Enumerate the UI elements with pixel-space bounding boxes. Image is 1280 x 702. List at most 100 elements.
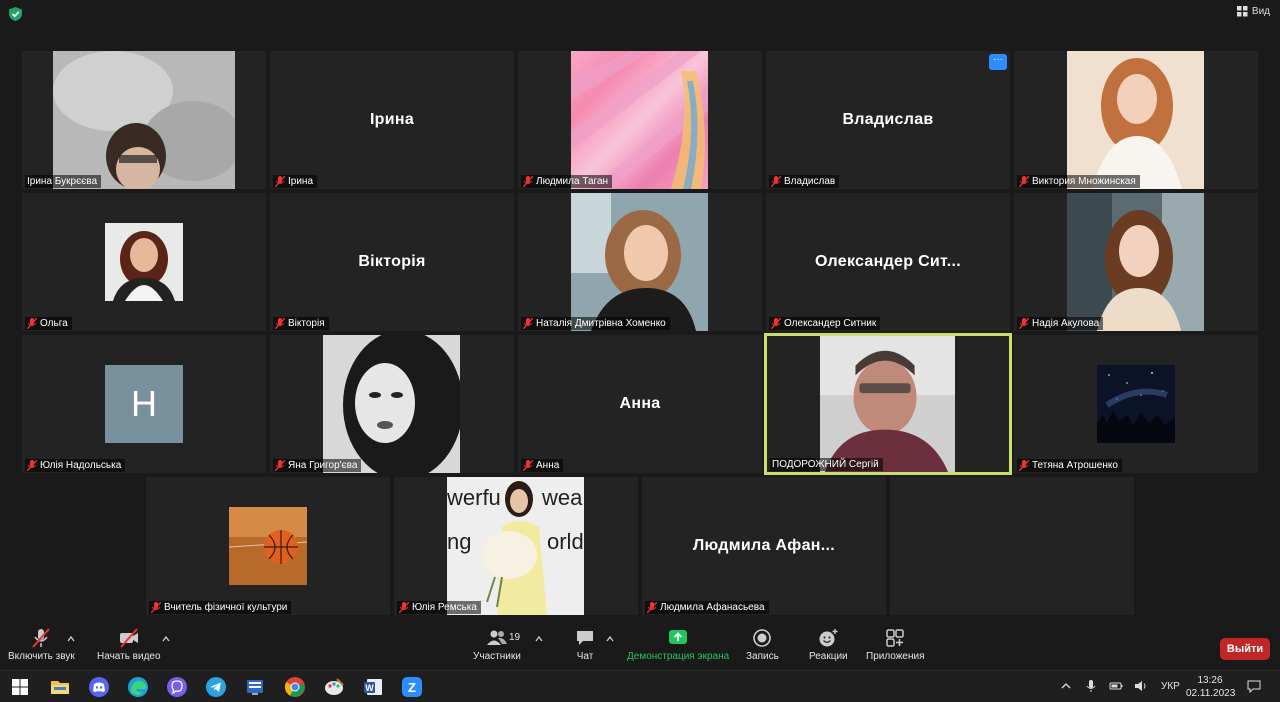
share-screen-button[interactable]: Демонстрация экрана <box>627 628 729 662</box>
participant-avatar-image <box>229 507 307 585</box>
video-tile[interactable]: Яна Григор'єва <box>270 335 514 473</box>
video-tile[interactable]: Анна Анна <box>518 335 762 473</box>
video-tile[interactable]: Наталія Дмитрівна Хоменко <box>518 193 762 331</box>
participants-icon <box>486 630 507 645</box>
video-tile[interactable]: werfu wea ng orld Юлія Ремська <box>394 477 638 615</box>
chrome-icon[interactable] <box>284 676 306 698</box>
video-tile[interactable]: Надія Акулова <box>1014 193 1258 331</box>
video-options-caret[interactable] <box>161 634 171 644</box>
windows-taskbar: W Z УКР 13:26 02.11.2023 <box>0 670 1280 702</box>
start-icon[interactable] <box>9 676 31 698</box>
notifications-icon[interactable] <box>1247 679 1261 693</box>
audio-options-caret[interactable] <box>66 634 76 644</box>
paint-icon[interactable] <box>323 676 345 698</box>
svg-text:orld: orld <box>547 529 584 554</box>
telegram-icon[interactable] <box>205 676 227 698</box>
word-icon[interactable]: W <box>362 676 384 698</box>
edge-icon[interactable] <box>127 676 149 698</box>
participant-name-label: Людмила Афанасьева <box>645 601 769 614</box>
participants-options-caret[interactable] <box>534 634 544 644</box>
video-tile[interactable]: ··· Владислав Владислав <box>766 51 1010 189</box>
participant-video <box>53 51 235 189</box>
muted-mic-icon <box>771 318 781 329</box>
input-language[interactable]: УКР <box>1161 681 1180 692</box>
participant-name-label: Вікторія <box>273 317 329 330</box>
participant-avatar-image <box>323 335 460 473</box>
start-video-button[interactable]: Начать видео <box>97 628 161 662</box>
view-button[interactable]: Вид <box>1236 6 1270 17</box>
more-options-button[interactable]: ··· <box>989 54 1007 70</box>
participant-avatar-image <box>1067 193 1204 331</box>
leave-button[interactable]: Выйти <box>1220 638 1270 660</box>
participant-name-label: Вчитель фізичної культури <box>149 601 292 614</box>
participant-name-label: Тетяна Атрошенко <box>1017 459 1122 472</box>
microphone-icon[interactable] <box>1084 679 1098 693</box>
video-tile[interactable]: Вчитель фізичної культури <box>146 477 390 615</box>
chat-icon <box>577 631 593 645</box>
participant-avatar-image <box>571 51 708 189</box>
viber-icon[interactable] <box>166 676 188 698</box>
top-bar: Вид <box>0 0 1280 28</box>
participant-name-display: Анна <box>619 395 661 412</box>
meeting-toolbar: Включить звук Начать видео Участники 19 <box>0 622 1280 670</box>
participants-label: Участники <box>473 651 521 662</box>
muted-mic-icon <box>399 602 409 613</box>
system-clock[interactable]: 13:26 02.11.2023 <box>1186 674 1236 700</box>
discord-icon[interactable] <box>88 676 110 698</box>
muted-mic-icon <box>275 460 285 471</box>
participant-name-label: Надія Акулова <box>1017 317 1104 330</box>
muted-mic-icon <box>523 460 533 471</box>
video-tile[interactable]: Виктория Множинская <box>1014 51 1258 189</box>
muted-mic-icon <box>1019 318 1029 329</box>
battery-icon[interactable] <box>1109 679 1123 693</box>
participant-name-label: Юлія Надольська <box>25 459 126 472</box>
muted-mic-icon <box>275 318 285 329</box>
empty-tile <box>890 477 1134 615</box>
grid-icon <box>1236 6 1248 17</box>
participant-avatar-image: werfu wea ng orld <box>447 477 584 615</box>
participant-avatar-image <box>1067 51 1204 189</box>
video-tile[interactable]: H Юлія Надольська <box>22 335 266 473</box>
video-tile[interactable]: Тетяна Атрошенко <box>1014 335 1258 473</box>
muted-mic-icon <box>523 176 533 187</box>
participant-name-label: Ольга <box>25 317 72 330</box>
active-speaker-tile[interactable]: ПОДОРОЖНИЙ Сергій <box>764 333 1012 475</box>
muted-mic-icon <box>771 176 781 187</box>
participant-name-label: Юлія Ремська <box>397 601 481 614</box>
participant-name-label: ПОДОРОЖНИЙ Сергій <box>770 458 883 471</box>
chevron-up-icon[interactable] <box>1059 679 1073 693</box>
reactions-label: Реакции <box>809 651 848 662</box>
apps-icon <box>886 629 904 647</box>
file-explorer-icon[interactable] <box>49 676 71 698</box>
video-tile[interactable]: Ірина Ірина <box>270 51 514 189</box>
unmute-button[interactable]: Включить звук <box>8 628 75 662</box>
participant-name-display: Владислав <box>842 111 934 128</box>
muted-mic-icon <box>1019 460 1029 471</box>
participant-name-label: Яна Григор'єва <box>273 459 362 472</box>
participant-name-label: Виктория Множинская <box>1017 175 1140 188</box>
security-shield-icon[interactable] <box>9 7 22 21</box>
muted-mic-icon <box>1019 176 1029 187</box>
video-tile[interactable]: Олександер Сит... Олександер Ситник <box>766 193 1010 331</box>
chat-options-caret[interactable] <box>605 634 615 644</box>
record-button[interactable]: Запись <box>746 628 779 662</box>
video-tile[interactable]: Ірина Букрєєва <box>22 51 266 189</box>
app-icon[interactable] <box>244 676 266 698</box>
volume-icon[interactable] <box>1134 679 1148 693</box>
chat-label: Чат <box>576 651 594 662</box>
clock-date: 02.11.2023 <box>1186 688 1236 699</box>
record-label: Запись <box>746 651 779 662</box>
video-tile[interactable]: Ольга <box>22 193 266 331</box>
video-tile[interactable]: Людмила Афан... Людмила Афанасьева <box>642 477 886 615</box>
participant-avatar-image <box>105 223 183 301</box>
apps-button[interactable]: Приложения <box>866 628 925 662</box>
svg-text:wea: wea <box>541 485 583 510</box>
reactions-button[interactable]: Реакции <box>809 628 848 662</box>
muted-mic-icon <box>27 318 37 329</box>
chat-button[interactable]: Чат <box>574 628 596 662</box>
video-tile[interactable]: Людмила Таган <box>518 51 762 189</box>
zoom-icon[interactable]: Z <box>401 676 423 698</box>
muted-mic-icon <box>275 176 285 187</box>
participant-name-display: Ірина <box>369 111 415 128</box>
video-tile[interactable]: Вікторія Вікторія <box>270 193 514 331</box>
